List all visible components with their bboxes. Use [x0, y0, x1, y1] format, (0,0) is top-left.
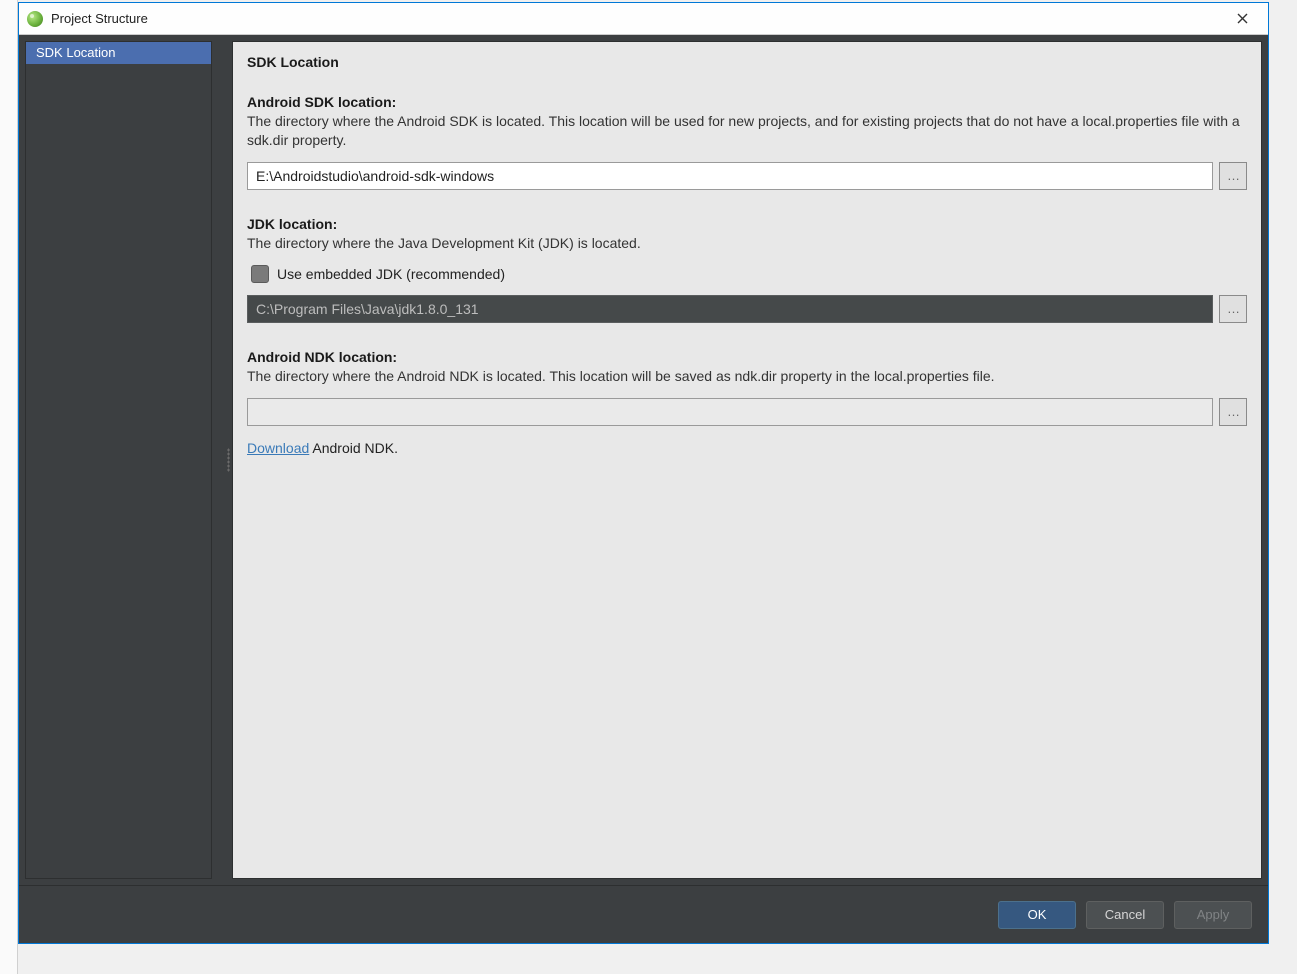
- window-title: Project Structure: [51, 11, 1220, 26]
- jdk-desc: The directory where the Java Development…: [247, 234, 1247, 253]
- use-embedded-jdk-checkbox[interactable]: [251, 265, 269, 283]
- android-ndk-input-row: …: [247, 398, 1247, 426]
- android-sdk-block: Android SDK location: The directory wher…: [247, 94, 1247, 190]
- background-ide-strip: [0, 0, 18, 974]
- android-ndk-label: Android NDK location:: [247, 349, 1247, 365]
- android-ndk-desc: The directory where the Android NDK is l…: [247, 367, 1247, 386]
- sidebar-item-sdk-location[interactable]: SDK Location: [26, 42, 211, 64]
- panel-title: SDK Location: [247, 54, 1247, 70]
- android-sdk-desc: The directory where the Android SDK is l…: [247, 112, 1247, 150]
- android-studio-icon: [27, 11, 43, 27]
- jdk-input-row: …: [247, 295, 1247, 323]
- download-ndk-link[interactable]: Download: [247, 440, 309, 456]
- sidebar-item-label: SDK Location: [36, 45, 116, 60]
- android-ndk-block: Android NDK location: The directory wher…: [247, 349, 1247, 456]
- jdk-label: JDK location:: [247, 216, 1247, 232]
- android-sdk-label: Android SDK location:: [247, 94, 1247, 110]
- ndk-download-line: Download Android NDK.: [247, 440, 1247, 456]
- download-ndk-text: Android NDK.: [309, 440, 398, 456]
- cancel-button[interactable]: Cancel: [1086, 901, 1164, 929]
- ok-button[interactable]: OK: [998, 901, 1076, 929]
- android-ndk-input[interactable]: [247, 398, 1213, 426]
- use-embedded-jdk-label: Use embedded JDK (recommended): [277, 266, 505, 282]
- jdk-input[interactable]: [247, 295, 1213, 323]
- split-gutter[interactable]: [224, 41, 232, 879]
- close-icon[interactable]: [1220, 4, 1264, 34]
- android-ndk-browse-button[interactable]: …: [1219, 398, 1247, 426]
- android-sdk-input[interactable]: [247, 162, 1213, 190]
- title-bar[interactable]: Project Structure: [19, 3, 1268, 35]
- sidebar: SDK Location: [25, 41, 212, 879]
- grip-handle-icon: [227, 448, 230, 472]
- apply-button[interactable]: Apply: [1174, 901, 1252, 929]
- dialog-footer: OK Cancel Apply: [19, 885, 1268, 943]
- content-panel: SDK Location Android SDK location: The d…: [232, 41, 1262, 879]
- android-sdk-input-row: …: [247, 162, 1247, 190]
- jdk-browse-button[interactable]: …: [1219, 295, 1247, 323]
- jdk-checkbox-row: Use embedded JDK (recommended): [251, 265, 1247, 283]
- project-structure-dialog: Project Structure SDK Location SDK Locat…: [18, 2, 1269, 944]
- jdk-block: JDK location: The directory where the Ja…: [247, 216, 1247, 323]
- dialog-body: SDK Location SDK Location Android SDK lo…: [19, 35, 1268, 885]
- android-sdk-browse-button[interactable]: …: [1219, 162, 1247, 190]
